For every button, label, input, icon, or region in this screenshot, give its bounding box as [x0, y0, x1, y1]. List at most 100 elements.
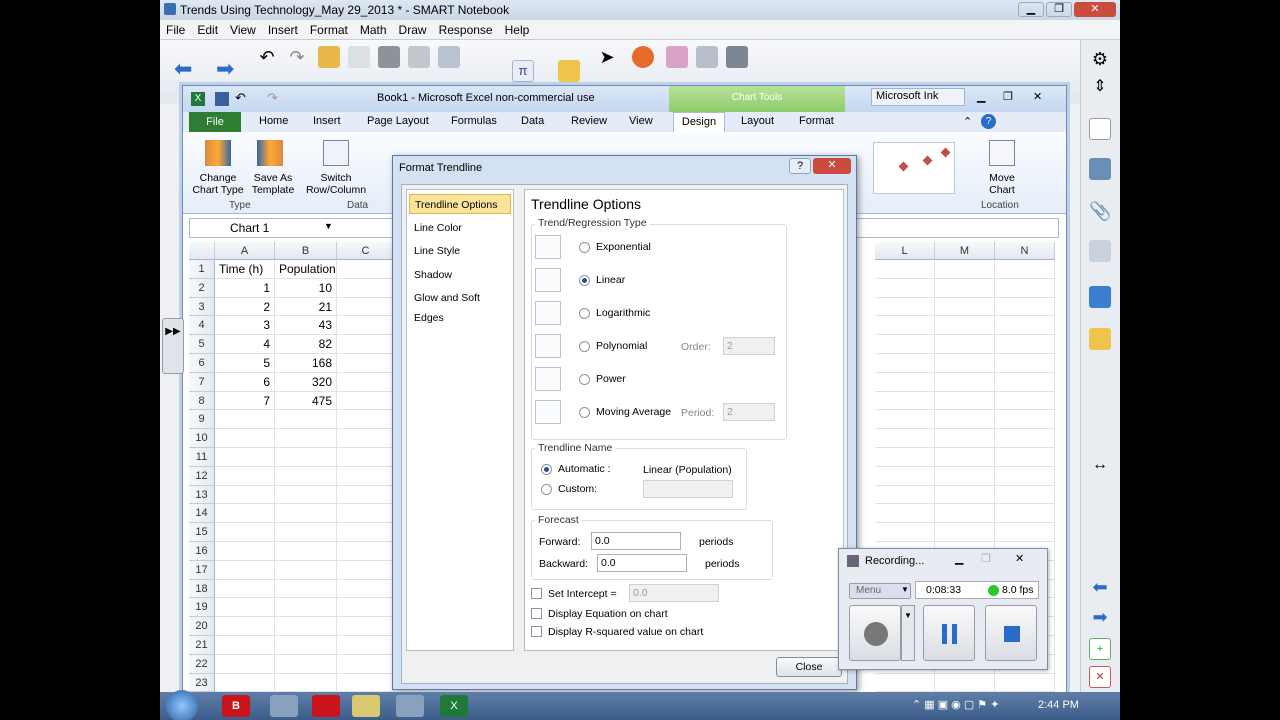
menu-draw[interactable]: Draw: [393, 20, 433, 40]
checkbox-set-intercept[interactable]: [531, 588, 542, 599]
menu-insert[interactable]: Insert: [262, 20, 304, 40]
cell[interactable]: [337, 260, 395, 279]
menu-response[interactable]: Response: [433, 20, 499, 40]
cell[interactable]: [215, 466, 275, 486]
tab-review[interactable]: Review: [571, 115, 607, 127]
cell[interactable]: [275, 410, 337, 430]
cell[interactable]: [337, 297, 395, 317]
column-header-m[interactable]: M: [935, 242, 995, 260]
row-header[interactable]: 9: [189, 410, 215, 430]
row-header[interactable]: 22: [189, 654, 215, 674]
cell[interactable]: [337, 485, 395, 505]
cell[interactable]: 7: [215, 391, 275, 411]
cell[interactable]: 5: [215, 354, 275, 373]
cell[interactable]: [275, 448, 337, 467]
save-as-template-button[interactable]: Save As Template: [245, 172, 301, 196]
cell[interactable]: [935, 391, 995, 411]
cell[interactable]: [337, 466, 395, 486]
cell[interactable]: [337, 542, 395, 561]
cell[interactable]: [875, 316, 935, 336]
close-window-button[interactable]: ✕: [1074, 2, 1116, 17]
cell[interactable]: [275, 504, 337, 524]
add-page-icon[interactable]: +: [1089, 638, 1111, 660]
cell[interactable]: [875, 278, 935, 298]
gear-icon[interactable]: ⚙: [1089, 48, 1111, 70]
radio-custom[interactable]: [541, 484, 552, 495]
cell[interactable]: [875, 429, 935, 448]
forward-arrow-icon[interactable]: ➡: [216, 58, 238, 80]
switch-row-column-icon[interactable]: [323, 140, 349, 166]
cell[interactable]: [337, 278, 395, 298]
taskbar-recorder-icon[interactable]: [396, 695, 424, 717]
row-header[interactable]: 18: [189, 579, 215, 599]
tab-insert[interactable]: Insert: [313, 115, 341, 127]
cell[interactable]: [995, 391, 1055, 411]
checkbox-display-equation[interactable]: [531, 608, 542, 619]
cell[interactable]: [995, 410, 1055, 430]
cell[interactable]: [935, 673, 995, 692]
cell[interactable]: [995, 485, 1055, 505]
dialog-close-x-button[interactable]: ✕: [813, 158, 851, 174]
cell[interactable]: [875, 466, 935, 486]
document-camera-icon[interactable]: [438, 46, 460, 68]
row-header[interactable]: 5: [189, 335, 215, 354]
cell[interactable]: [275, 617, 337, 636]
cell[interactable]: 168: [275, 354, 337, 373]
help-icon[interactable]: ?: [981, 114, 996, 129]
row-header[interactable]: 10: [189, 429, 215, 448]
cell[interactable]: [995, 278, 1055, 298]
cell[interactable]: Time (h): [215, 260, 275, 279]
cell[interactable]: [935, 429, 995, 448]
cell[interactable]: [935, 504, 995, 524]
cell[interactable]: 320: [275, 372, 337, 392]
cell[interactable]: [275, 542, 337, 561]
nav-trendline-options[interactable]: Trendline Options: [409, 194, 511, 214]
custom-name-input[interactable]: [643, 480, 733, 498]
pause-button[interactable]: [923, 605, 975, 661]
row-header[interactable]: 19: [189, 598, 215, 618]
cell[interactable]: [337, 504, 395, 524]
lesson-activity-icon[interactable]: [1089, 328, 1111, 350]
radio-polynomial[interactable]: [579, 341, 590, 352]
cell[interactable]: [275, 636, 337, 655]
period-input[interactable]: 2: [723, 403, 775, 421]
save-icon[interactable]: [215, 92, 229, 106]
cell[interactable]: [995, 316, 1055, 336]
notes-icon[interactable]: [558, 60, 580, 82]
recorder-restore-button[interactable]: ❐: [981, 552, 991, 565]
cell[interactable]: [935, 410, 995, 430]
paste-icon[interactable]: [348, 46, 370, 68]
select-arrow-icon[interactable]: ➤: [596, 46, 618, 68]
cell[interactable]: [337, 617, 395, 636]
change-chart-type-icon[interactable]: [205, 140, 231, 166]
radio-logarithmic[interactable]: [579, 308, 590, 319]
cell[interactable]: [275, 579, 337, 599]
row-header[interactable]: 3: [189, 297, 215, 317]
cell[interactable]: [275, 466, 337, 486]
radio-moving-average[interactable]: [579, 407, 590, 418]
restore-button[interactable]: ❐: [1046, 2, 1072, 17]
cell[interactable]: [215, 654, 275, 674]
row-header[interactable]: 13: [189, 485, 215, 505]
cell[interactable]: [215, 636, 275, 655]
move-toolbar-icon[interactable]: ⇕: [1089, 76, 1111, 98]
cell[interactable]: 82: [275, 335, 337, 354]
cell[interactable]: [215, 560, 275, 580]
backward-input[interactable]: 0.0: [597, 554, 687, 572]
cell[interactable]: [995, 429, 1055, 448]
taskbar-acrobat-icon[interactable]: [312, 695, 340, 717]
order-input[interactable]: 2: [723, 337, 775, 355]
cell[interactable]: [337, 372, 395, 392]
dialog-help-button[interactable]: ?: [789, 158, 811, 174]
cell[interactable]: [337, 579, 395, 599]
radio-exponential[interactable]: [579, 242, 590, 253]
cell[interactable]: [935, 297, 995, 317]
cell[interactable]: [337, 410, 395, 430]
cell[interactable]: [995, 466, 1055, 486]
excel-close-button[interactable]: ✕: [1033, 90, 1057, 103]
cell[interactable]: [215, 448, 275, 467]
row-header[interactable]: 14: [189, 504, 215, 524]
menu-format[interactable]: Format: [304, 20, 354, 40]
cell[interactable]: [935, 523, 995, 542]
column-header-n[interactable]: N: [995, 242, 1055, 260]
